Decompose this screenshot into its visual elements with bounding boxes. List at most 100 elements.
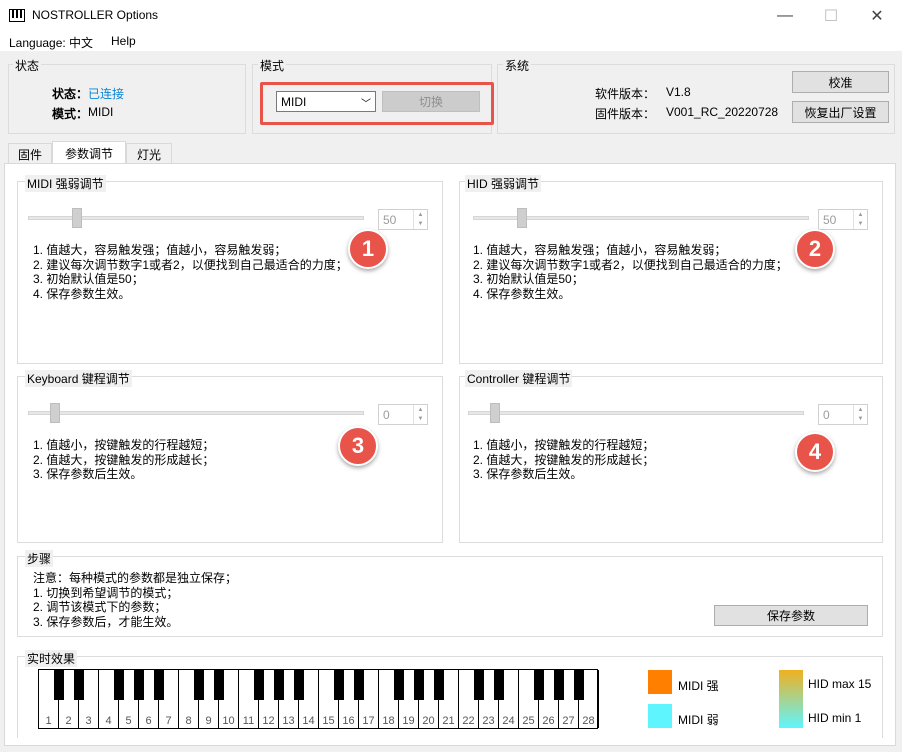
spin-arrows-icon[interactable]: ▲ ▼: [413, 405, 427, 424]
hid-strength-slider[interactable]: [516, 208, 527, 228]
calibrate-button[interactable]: 校准: [792, 71, 889, 93]
key-number: 8: [185, 715, 192, 727]
state-value: 已连接: [88, 87, 125, 101]
key-number: 24: [502, 715, 515, 727]
black-key: [214, 670, 224, 700]
keyboard-travel-spinbox[interactable]: 0 ▲ ▼: [378, 404, 428, 425]
controller-travel-value: 0: [823, 407, 830, 422]
key-number: 4: [105, 715, 112, 727]
midi-strength-slider[interactable]: [71, 208, 82, 228]
black-key: [394, 670, 404, 700]
firmware-version-value: V001_RC_20220728: [666, 105, 779, 119]
midi-strength-notes: 1. 值越大，容易触发强；值越小，容易触发弱； 2. 建议每次调节数字1或者2，…: [33, 243, 348, 301]
callout-badge-1: 1: [348, 229, 388, 269]
chevron-down-icon: ﹀: [361, 99, 371, 110]
legend-midi-weak: MIDI 弱: [678, 713, 719, 727]
menu-language[interactable]: Language: 中文: [9, 34, 93, 51]
key-number: 26: [542, 715, 555, 727]
key-number: 16: [342, 715, 355, 727]
close-button[interactable]: ✕: [854, 0, 900, 31]
black-key: [434, 670, 444, 700]
keyboard-travel-notes: 1. 值越小，按键触发的行程越短； 2. 值越大，按键触发的形成越长； 3. 保…: [33, 438, 215, 481]
key-number: 21: [442, 715, 455, 727]
black-key: [294, 670, 304, 700]
controller-travel-slider[interactable]: [490, 403, 500, 423]
tab-firmware[interactable]: 固件: [8, 143, 52, 164]
minimize-icon: —: [777, 6, 793, 24]
key-number: 14: [302, 715, 315, 727]
keyboard-travel-slider[interactable]: [50, 403, 60, 423]
software-version-value: V1.8: [666, 85, 691, 99]
status-group: [8, 64, 246, 134]
black-key: [554, 670, 564, 700]
key-number: 20: [422, 715, 435, 727]
spin-arrows-icon[interactable]: ▲ ▼: [853, 210, 867, 229]
black-key: [414, 670, 424, 700]
callout-badge-3: 3: [338, 426, 378, 466]
black-key: [194, 670, 204, 700]
system-group-label: 系统: [503, 57, 532, 74]
mode-select-value: MIDI: [281, 94, 307, 109]
key-number: 28: [582, 715, 595, 727]
key-number: 23: [482, 715, 495, 727]
keyboard-travel-value: 0: [383, 407, 390, 422]
close-icon: ✕: [870, 7, 884, 25]
controller-travel-label: Controller 键程调节: [465, 370, 573, 387]
black-key: [474, 670, 484, 700]
key-number: 22: [462, 715, 475, 727]
maximize-icon: ☐: [823, 7, 839, 25]
key-number: 3: [85, 715, 92, 727]
keyboard-travel-label: Keyboard 键程调节: [25, 370, 132, 387]
spin-arrows-icon[interactable]: ▲ ▼: [853, 405, 867, 424]
black-key: [114, 670, 124, 700]
midi-strength-value: 50: [383, 212, 397, 227]
key-number: 10: [222, 715, 235, 727]
key-number: 13: [282, 715, 295, 727]
mode-value: MIDI: [88, 105, 114, 119]
tab-lighting[interactable]: 灯光: [126, 143, 172, 164]
window-title: NOSTROLLER Options: [32, 8, 159, 22]
switch-mode-button[interactable]: 切换: [382, 91, 480, 112]
black-key: [534, 670, 544, 700]
piano-keyboard: 1 2 3 4 5 6 7 8 9 10 11 12 13 14 15 16 17 18 19 20 21 22 23 24 2…: [38, 669, 599, 729]
legend-midi-strong: MIDI 强: [678, 679, 719, 693]
menu-bar: Language: 中文 Help: [0, 31, 902, 51]
hid-strength-notes: 1. 值越大，容易触发强；值越小，容易触发弱； 2. 建议每次调节数字1或者2，…: [473, 243, 788, 301]
realtime-label: 实时效果: [25, 650, 78, 667]
hid-strength-label: HID 强弱调节: [465, 175, 542, 192]
black-key: [494, 670, 504, 700]
legend-hid-max: HID max 15: [808, 677, 872, 691]
mode-select[interactable]: MIDI ﹀: [276, 91, 376, 112]
spin-arrows-icon[interactable]: ▲ ▼: [413, 210, 427, 229]
factory-reset-button[interactable]: 恢复出厂设置: [792, 101, 889, 123]
mode-label: 模式：: [52, 107, 89, 121]
software-version-label: 软件版本：: [595, 87, 656, 101]
maximize-button[interactable]: ☐: [808, 0, 854, 31]
menu-help[interactable]: Help: [111, 34, 136, 48]
key-number: 19: [402, 715, 415, 727]
key-number: 12: [262, 715, 275, 727]
hid-strength-value: 50: [823, 212, 837, 227]
steps-notes: 注意：每种模式的参数都是独立保存； 1. 切换到希望调节的模式； 2. 调节该模…: [33, 571, 238, 629]
hid-strength-spinbox[interactable]: 50 ▲ ▼: [818, 209, 868, 230]
minimize-button[interactable]: —: [762, 0, 808, 31]
key-number: 5: [125, 715, 132, 727]
callout-badge-2: 2: [795, 229, 835, 269]
black-key: [574, 670, 584, 700]
midi-strength-label: MIDI 强弱调节: [25, 175, 106, 192]
black-key: [74, 670, 84, 700]
state-label: 状态：: [52, 87, 89, 101]
tab-parameters[interactable]: 参数调节: [52, 141, 126, 164]
firmware-version-label: 固件版本：: [595, 107, 656, 121]
controller-travel-spinbox[interactable]: 0 ▲ ▼: [818, 404, 868, 425]
black-key: [154, 670, 164, 700]
legend-swatch-hid-gradient: [779, 670, 803, 728]
key-number: 7: [165, 715, 172, 727]
key-number: 1: [45, 715, 52, 727]
midi-strength-spinbox[interactable]: 50 ▲ ▼: [378, 209, 428, 230]
legend-swatch-midi-weak: [648, 704, 672, 728]
save-parameters-button[interactable]: 保存参数: [714, 605, 868, 626]
key-number: 25: [522, 715, 535, 727]
status-group-label: 状态: [13, 57, 42, 74]
controller-travel-track: [468, 411, 804, 415]
